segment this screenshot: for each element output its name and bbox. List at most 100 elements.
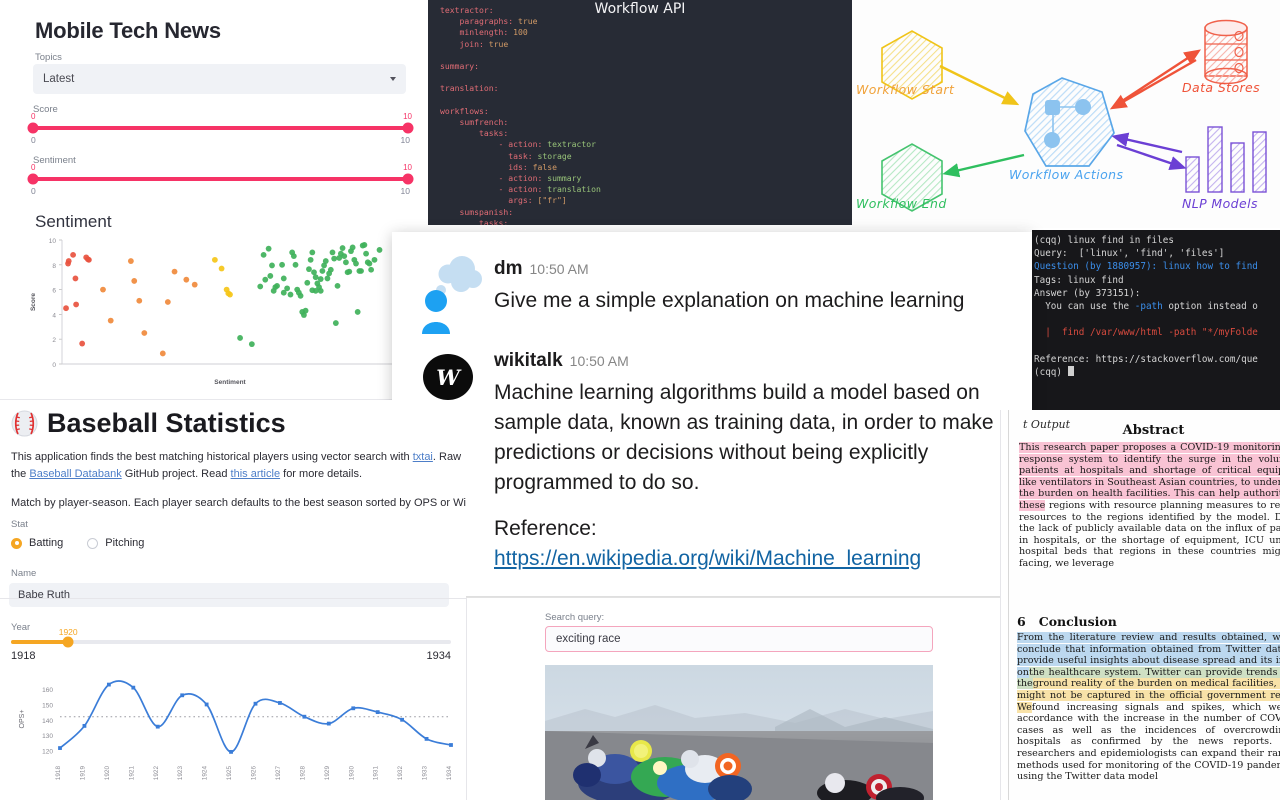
score-slider-handle-min[interactable] [27, 122, 39, 134]
this-article-link[interactable]: this article [231, 468, 281, 480]
chat-timestamp: 10:50 AM [569, 353, 629, 369]
intro-text-d: GitHub project. Read [121, 468, 231, 480]
chat-reference: Reference: https://en.wikipedia.org/wiki… [494, 514, 1017, 574]
yaml-config-code: textractor: paragraphs: true minlength: … [440, 5, 601, 225]
svg-text:1928: 1928 [299, 766, 306, 781]
score-min-bound: 0 [31, 135, 36, 145]
panel-seam-paper [1000, 410, 1001, 800]
screenshot-root: Mobile Tech News Topics Latest Score 0 1… [0, 0, 1280, 800]
stat-label: Stat [11, 519, 28, 530]
txtai-link[interactable]: txtai [413, 451, 433, 463]
svg-text:6: 6 [52, 288, 56, 295]
score-slider-group: Score 0 10 0 10 [27, 104, 414, 145]
paper-sheet: t Output Abstract This research paper pr… [1008, 410, 1280, 800]
page-title: Baseball Statistics [11, 408, 286, 439]
svg-text:160: 160 [42, 687, 53, 694]
nlp-models-node [1185, 126, 1267, 193]
sentiment-slider-track[interactable]: 0 10 0 10 [27, 163, 414, 196]
conclusion-body: From the literature review and results o… [1017, 632, 1280, 783]
year-max-bound: 1934 [426, 650, 451, 662]
radio-selected-icon [11, 537, 22, 549]
arrow-actions-to-datastores [1115, 49, 1202, 107]
svg-text:0: 0 [52, 362, 56, 369]
search-query-label: Search query: [545, 612, 605, 623]
motorcycle-race-photo [545, 665, 933, 800]
baseball-icon [11, 410, 38, 437]
workflow-actions-node [1024, 77, 1115, 167]
intro-text-c: the [11, 468, 30, 480]
workflow-diagram-panel: Workflow Start Workflow End Workflow Act… [852, 0, 1280, 228]
score-slider-label: Score [33, 104, 58, 115]
terminal-panel[interactable]: (cqq) linux find in files Query: ['linux… [1032, 230, 1280, 410]
chat-header: wikitalk 10:50 AM [494, 350, 1017, 372]
sentiment-slider-group: Sentiment 0 10 0 10 [27, 155, 414, 196]
svg-text:1918: 1918 [55, 766, 62, 781]
chat-reference-link[interactable]: https://en.wikipedia.org/wiki/Machine_le… [494, 547, 921, 570]
sentiment-slider-handle-max[interactable] [402, 173, 414, 185]
sentiment-slider-handle-min[interactable] [27, 173, 39, 185]
svg-text:1927: 1927 [275, 766, 282, 781]
year-current-value: 1920 [58, 627, 78, 637]
baseball-databank-link[interactable]: Baseball Databank [29, 468, 121, 480]
abstract-body: This research paper proposes a COVID-19 … [1019, 442, 1280, 570]
year-slider-handle[interactable] [62, 636, 74, 648]
ops-line-chart: 120 130 140 150 160 1918 1919 1920 1921 1922 1923 1… [6, 672, 461, 800]
svg-text:1924: 1924 [202, 766, 209, 781]
nlp-models-label: NLP Models [1182, 196, 1258, 211]
abstract-heading: Abstract [1122, 423, 1185, 438]
intro-paragraph-line1: This application finds the best matching… [11, 449, 466, 466]
mobile-tech-news-panel: Mobile Tech News Topics Latest Score 0 1… [0, 0, 440, 400]
year-slider-group[interactable]: 1920 1918 1934 [11, 627, 451, 662]
svg-text:1934: 1934 [446, 766, 453, 781]
conclusion-highlight-green: the healthcare system. [1028, 666, 1146, 678]
user-thinking-icon [422, 256, 482, 334]
chat-dialog: dm 10:50 AM Give me a simple explanation … [392, 232, 1032, 596]
svg-text:1932: 1932 [397, 766, 404, 781]
svg-text:150: 150 [42, 702, 53, 709]
panel-seam-vertical [466, 598, 467, 800]
match-paragraph: Match by player-season. Each player sear… [11, 497, 466, 509]
name-label: Name [11, 568, 37, 579]
svg-text:1931: 1931 [373, 766, 380, 781]
stat-radio-group[interactable]: Batting Pitching [11, 537, 144, 549]
score-slider-handle-max[interactable] [402, 122, 414, 134]
intro-paragraph-line2: the Baseball Databank GitHub project. Re… [11, 466, 466, 483]
data-stores-label: Data Stores [1182, 80, 1261, 95]
svg-text:10: 10 [49, 238, 57, 245]
conclusion-heading-text: Conclusion [1038, 614, 1117, 629]
svg-text:1923: 1923 [177, 766, 184, 781]
player-name-input[interactable]: Babe Ruth [9, 583, 449, 607]
stat-option-label: Pitching [105, 537, 145, 549]
svg-text:1920: 1920 [104, 766, 111, 781]
stat-radio-pitching[interactable]: Pitching [87, 537, 144, 549]
score-slider-track[interactable]: 0 10 0 10 [27, 112, 414, 145]
topics-select[interactable]: Latest [33, 64, 406, 94]
svg-text:140: 140 [42, 718, 53, 725]
svg-text:1922: 1922 [153, 766, 160, 781]
stat-radio-batting[interactable]: Batting [11, 537, 63, 549]
svg-text:130: 130 [42, 733, 53, 740]
svg-text:1929: 1929 [324, 766, 331, 781]
race-photo-svg [545, 665, 933, 800]
topics-label: Topics [35, 52, 62, 63]
paper-document-panel: t Output Abstract This research paper pr… [1000, 410, 1280, 800]
svg-text:1926: 1926 [251, 766, 258, 781]
arrow-nlp-to-actions [1111, 132, 1183, 154]
svg-text:W: W [436, 365, 462, 390]
intro-text-a: This application finds the best matching… [11, 451, 413, 463]
search-input-value: exciting race [556, 633, 621, 645]
svg-text:OPS+: OPS+ [19, 710, 26, 729]
score-current-max: 10 [403, 112, 412, 121]
workflow-diagram-svg [881, 19, 1267, 212]
chat-body: Machine learning algorithms build a mode… [494, 381, 994, 494]
sentiment-max-bound: 10 [400, 186, 410, 196]
chat-message: W wikitalk 10:50 AM Machine learning algo… [422, 350, 1017, 574]
year-slider-track[interactable]: 1920 1918 1934 [11, 627, 451, 662]
scatter-svg: 0 2 4 6 8 10 Score Sentiment [30, 238, 398, 386]
workflow-api-code-panel: Workflow API textractor: paragraphs: tru… [428, 0, 852, 225]
svg-text:Sentiment: Sentiment [214, 379, 246, 386]
score-current-min: 0 [31, 112, 36, 121]
panel-seam-horizontal [0, 598, 466, 599]
search-input[interactable]: exciting race [545, 626, 933, 652]
svg-text:1919: 1919 [79, 766, 86, 781]
